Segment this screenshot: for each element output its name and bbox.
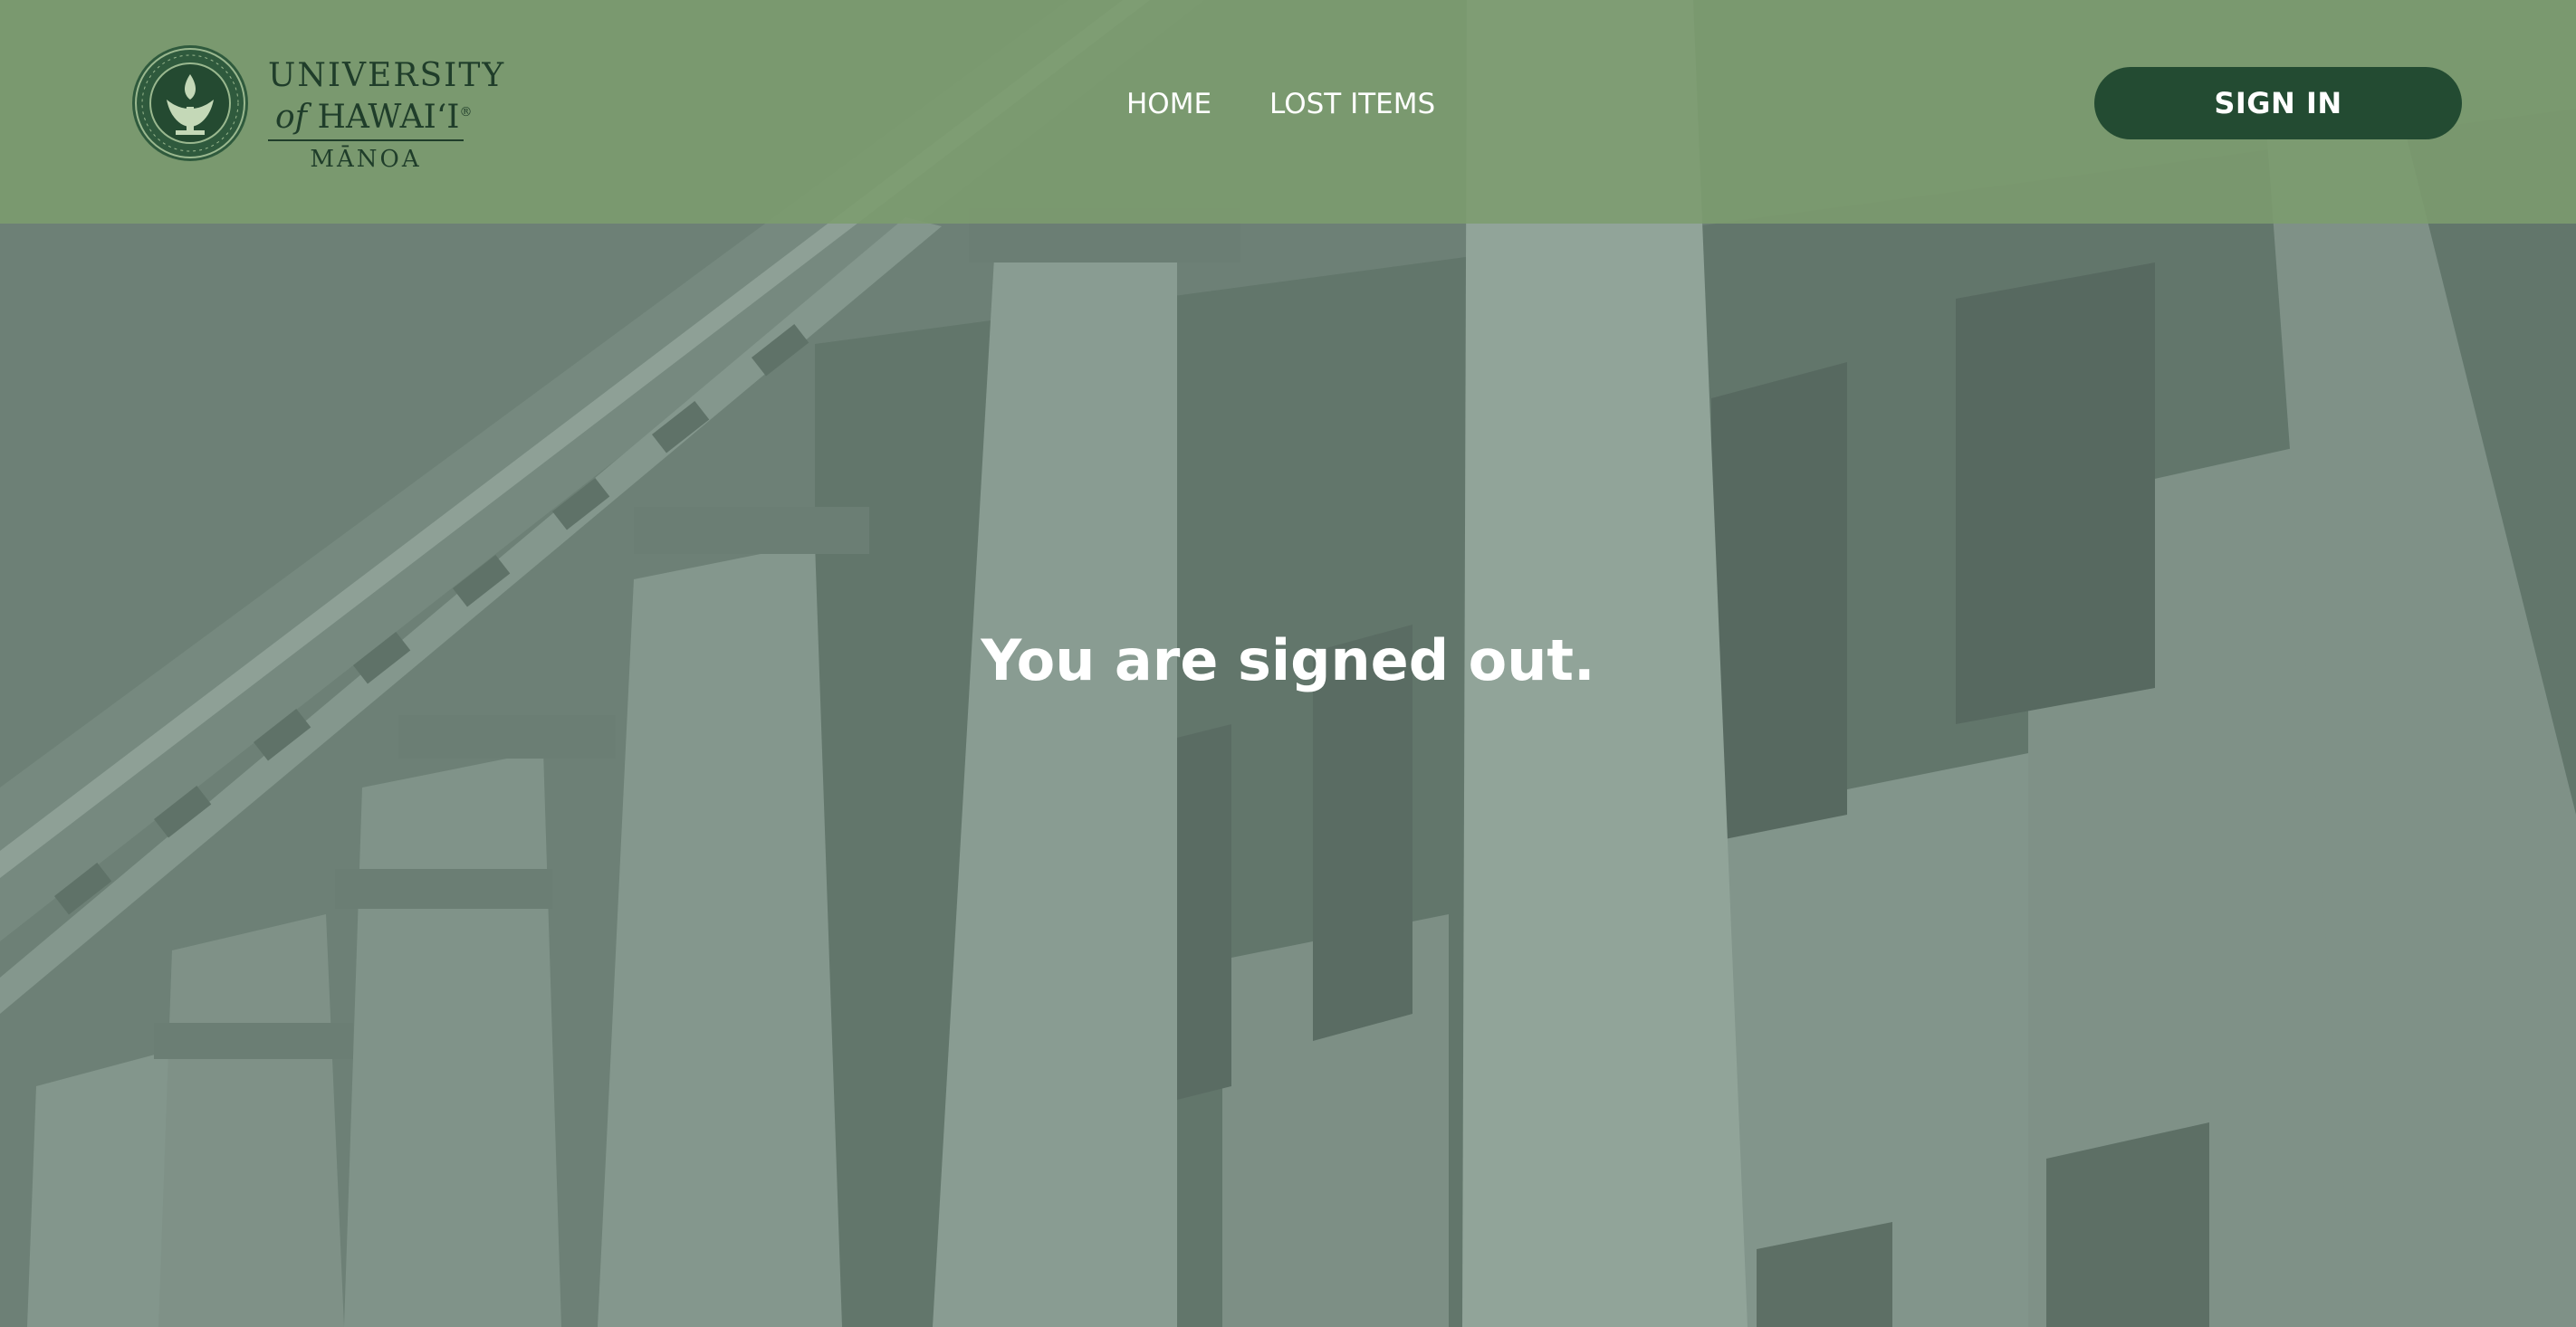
sign-in-button[interactable]: SIGN IN [2094,67,2462,139]
signed-out-message: You are signed out. [981,627,1595,693]
wordmark-university: UNIVERSITY [268,57,506,94]
wordmark-divider [268,139,464,141]
university-seal-icon [132,45,248,161]
app-root: UNIVERSITY of HAWAIʻI® MĀNOA HOME LOST I… [0,0,2576,1327]
main-nav: HOME LOST ITEMS [1126,81,1435,127]
registered-mark: ® [459,105,473,119]
wordmark-of: of [275,99,307,136]
nav-link-lost-items[interactable]: LOST ITEMS [1269,81,1435,127]
university-wordmark: UNIVERSITY of HAWAIʻI® MĀNOA [268,57,506,173]
wordmark-hawaii-name: HAWAIʻI [317,99,460,136]
university-logo-link[interactable]: UNIVERSITY of HAWAIʻI® MĀNOA [130,43,503,172]
navbar: UNIVERSITY of HAWAIʻI® MĀNOA HOME LOST I… [0,0,2576,224]
wordmark-manoa: MĀNOA [310,146,422,173]
wordmark-hawaii: of HAWAIʻI® [268,94,476,136]
nav-link-home[interactable]: HOME [1126,81,1211,127]
